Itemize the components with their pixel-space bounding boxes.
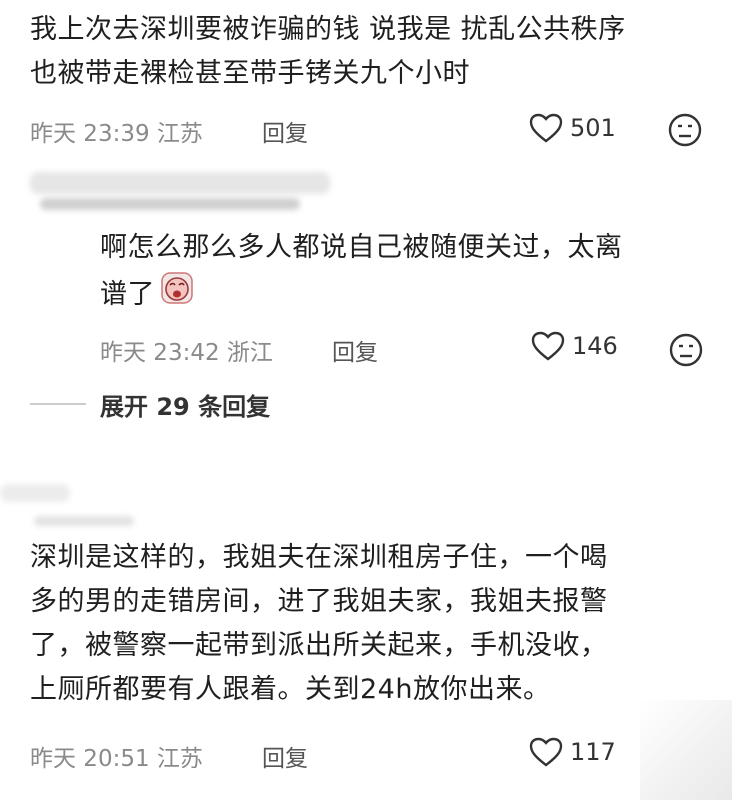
comment-2-location: 浙江 bbox=[226, 340, 273, 366]
comment-3-line-3: 了，被警察一起带到派出所关起来，手机没收， bbox=[30, 630, 608, 661]
comment-3-reply-button[interactable]: 回复 bbox=[262, 739, 308, 773]
comment-1-time: 昨天 23:39 bbox=[30, 121, 150, 147]
comment-3-line-4: 上厕所都要有人跟着。关到24h放你出来。 bbox=[30, 674, 551, 705]
comment-2-reply-button[interactable]: 回复 bbox=[332, 333, 378, 367]
comment-2-like-button[interactable]: 146 bbox=[530, 330, 618, 362]
comment-3-meta: 昨天 20:51 江苏 bbox=[30, 739, 203, 773]
comment-2-line-1: 啊怎么那么多人都说自己被随便关过，太离 bbox=[100, 232, 623, 263]
comment-3-like-button[interactable]: 117 bbox=[528, 736, 616, 768]
comment-2-time: 昨天 23:42 bbox=[100, 340, 220, 366]
dislike-face-icon[interactable] bbox=[668, 332, 704, 368]
comment-2-like-count: 146 bbox=[572, 332, 618, 360]
heart-icon bbox=[528, 736, 564, 768]
comment-2-line-2-row: 谱了 bbox=[100, 270, 720, 320]
blurred-avatar bbox=[40, 198, 300, 210]
comment-1-meta: 昨天 23:39 江苏 bbox=[30, 114, 203, 148]
heart-icon bbox=[530, 330, 566, 362]
comment-3-line-2: 多的男的走错房间，进了我姐夫家，我姐夫报警 bbox=[30, 586, 608, 617]
comment-1-line-1: 我上次去深圳要被诈骗的钱 说我是 扰乱公共秩序 bbox=[30, 14, 626, 45]
comment-2: 啊怎么那么多人都说自己被随便关过，太离 谱了 bbox=[100, 226, 720, 320]
expand-divider bbox=[30, 403, 86, 405]
comment-1-location: 江苏 bbox=[156, 121, 203, 147]
blurred-avatar bbox=[34, 516, 134, 526]
comment-3-location: 江苏 bbox=[156, 746, 203, 772]
comment-3: 深圳是这样的，我姐夫在深圳租房子住，一个喝 多的男的走错房间，进了我姐夫家，我姐… bbox=[30, 536, 720, 712]
comment-1-like-button[interactable]: 501 bbox=[528, 112, 616, 144]
heart-icon bbox=[528, 112, 564, 144]
comment-2-line-2: 谱了 bbox=[100, 279, 155, 310]
comment-3-line-1: 深圳是这样的，我姐夫在深圳租房子住，一个喝 bbox=[30, 542, 608, 573]
comment-1-line-2: 也被带走裸检甚至带手铐关九个小时 bbox=[30, 58, 470, 89]
comment-3-time: 昨天 20:51 bbox=[30, 746, 150, 772]
comment-1-like-count: 501 bbox=[570, 114, 616, 142]
comment-1-reply-button[interactable]: 回复 bbox=[262, 114, 308, 148]
comment-1: 我上次去深圳要被诈骗的钱 说我是 扰乱公共秩序 也被带走裸检甚至带手铐关九个小时 bbox=[30, 8, 720, 96]
crying-emoji-icon bbox=[159, 270, 195, 320]
blurred-user-info bbox=[0, 484, 70, 502]
expand-replies-button[interactable]: 展开 29 条回复 bbox=[100, 387, 270, 422]
comment-3-like-count: 117 bbox=[570, 738, 616, 766]
comment-2-meta: 昨天 23:42 浙江 bbox=[100, 333, 273, 367]
dislike-face-icon[interactable] bbox=[667, 112, 703, 148]
watermark-overlay bbox=[640, 700, 732, 800]
blurred-user-info bbox=[30, 172, 330, 194]
